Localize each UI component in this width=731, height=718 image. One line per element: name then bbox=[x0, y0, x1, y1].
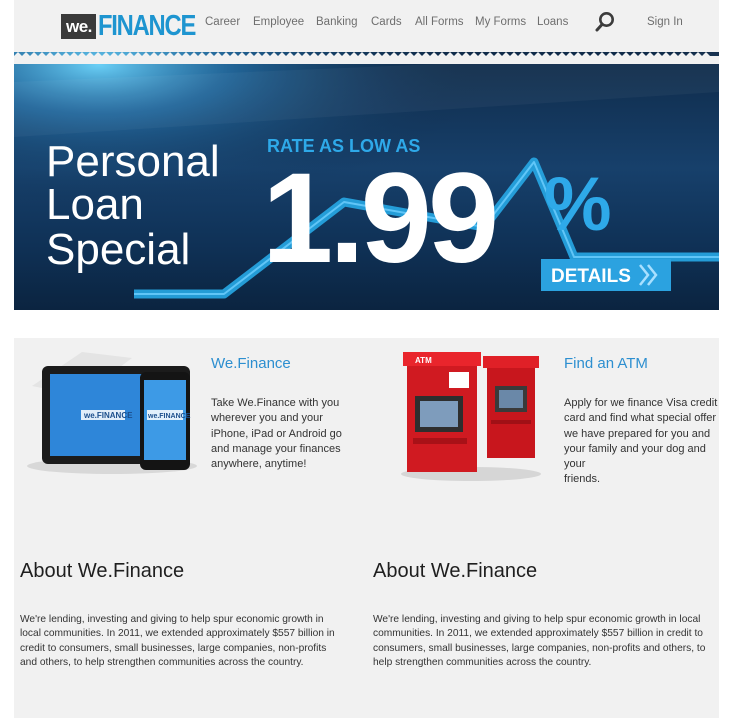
page: we. FINANCE Career Employee Banking Card… bbox=[14, 0, 719, 718]
feature-text-atm: Apply for we finance Visa credit card an… bbox=[564, 396, 719, 488]
logo-prefix: we. bbox=[61, 14, 96, 39]
about-text-right: We're lending, investing and giving to h… bbox=[373, 613, 705, 670]
banner-gap bbox=[14, 310, 719, 338]
about-left-line: and others, to help strengthen communiti… bbox=[20, 656, 304, 668]
feature-atm-line: Apply for we finance Visa credit bbox=[564, 397, 718, 409]
details-button[interactable]: DETAILS bbox=[541, 259, 671, 291]
device-image: we.FINANCE we.FINANCE bbox=[27, 352, 197, 474]
about-title-left: About We.Finance bbox=[20, 560, 185, 582]
atm-label: ATM bbox=[415, 356, 432, 365]
feature-atm-line: your family and your dog and your bbox=[564, 442, 706, 471]
feature-text-app: Take We.Finance with you wherever you an… bbox=[211, 396, 342, 472]
about-right-line: consumers, small businesses, large compa… bbox=[373, 642, 706, 654]
feature-app-line: and manage your finances bbox=[211, 442, 341, 455]
nav-my-forms[interactable]: My Forms bbox=[475, 16, 526, 28]
hero-line-2: Loan bbox=[46, 180, 144, 229]
nav-employee[interactable]: Employee bbox=[253, 16, 304, 28]
about-right-line: help strengthen communities across the c… bbox=[373, 656, 592, 668]
nav-banking[interactable]: Banking bbox=[316, 16, 358, 28]
logo-name: FINANCE bbox=[97, 10, 196, 42]
percent-sign: % bbox=[544, 162, 612, 247]
feature-title-app[interactable]: We.Finance bbox=[211, 355, 291, 372]
about-right-line: We're lending, investing and giving to h… bbox=[373, 614, 701, 625]
feature-atm-line: we have prepared for you and bbox=[564, 427, 711, 440]
device-logo-phone: we.FINANCE bbox=[147, 413, 191, 420]
rate-value: 1.99 bbox=[262, 147, 495, 290]
feature-app-line: iPhone, iPad or Android go bbox=[211, 427, 342, 440]
about-title-right: About We.Finance bbox=[373, 560, 538, 582]
details-label: DETAILS bbox=[551, 266, 631, 287]
top-navigation: we. FINANCE Career Employee Banking Card… bbox=[14, 0, 719, 52]
feature-app-line: anywhere, anytime! bbox=[211, 458, 307, 471]
nav-loans[interactable]: Loans bbox=[537, 16, 568, 28]
about-left-line: local communities. In 2011, we extended … bbox=[20, 628, 335, 640]
feature-app-line: wherever you and your bbox=[211, 412, 323, 425]
hero-line-3: Special bbox=[46, 225, 190, 274]
hero-line-1: Personal bbox=[46, 137, 220, 186]
hero-zigzag-edge bbox=[14, 52, 719, 64]
sign-in-link[interactable]: Sign In bbox=[647, 16, 683, 28]
we-finance-logo[interactable]: we. FINANCE bbox=[61, 12, 216, 41]
about-left-line: credit to consumers, small businesses, l… bbox=[20, 642, 327, 654]
search-icon[interactable] bbox=[594, 11, 616, 33]
hero-artwork: Personal Loan Special RATE AS LOW AS 1.9… bbox=[14, 52, 719, 310]
feature-app-line: Take We.Finance with you bbox=[211, 397, 340, 409]
nav-all-forms[interactable]: All Forms bbox=[415, 16, 464, 28]
hero-banner[interactable]: Personal Loan Special RATE AS LOW AS 1.9… bbox=[14, 52, 719, 310]
device-logo-tablet: we.FINANCE bbox=[83, 411, 133, 420]
nav-cards[interactable]: Cards bbox=[371, 16, 402, 28]
atm-image: ATM bbox=[401, 352, 541, 481]
feature-atm-line: card and find what special offer bbox=[564, 412, 717, 425]
about-left-line: We're lending, investing and giving to h… bbox=[20, 614, 324, 625]
about-right-line: communities. In 2011, we extended approx… bbox=[373, 628, 703, 640]
about-text-left: We're lending, investing and giving to h… bbox=[20, 613, 335, 670]
nav-career[interactable]: Career bbox=[205, 16, 240, 28]
feature-atm-line: friends. bbox=[564, 473, 601, 486]
feature-title-atm[interactable]: Find an ATM bbox=[564, 355, 648, 372]
